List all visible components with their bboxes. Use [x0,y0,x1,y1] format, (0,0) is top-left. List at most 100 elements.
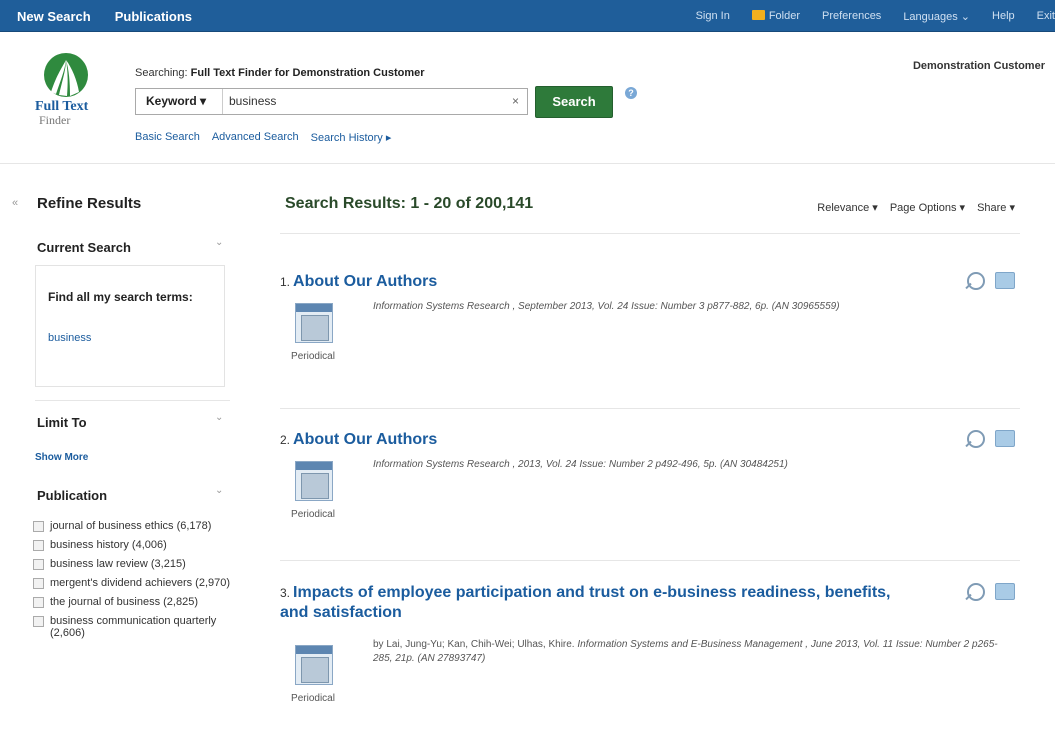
top-nav-bar: New Search Publications Sign In Folder P… [0,0,1055,32]
find-all-terms-label: Find all my search terms: [48,290,193,304]
help-link[interactable]: Help [992,10,1015,22]
periodical-icon [289,299,337,347]
sign-in-link[interactable]: Sign In [696,10,730,22]
searching-label: Searching: Full Text Finder for Demonstr… [135,67,425,79]
customer-name: Demonstration Customer [912,60,1045,72]
searching-prefix: Searching: [135,67,188,79]
languages-menu[interactable]: Languages ⌄ [903,10,970,23]
result-item: 3. Impacts of employee participation and … [280,583,1020,733]
refine-results-title: Refine Results [37,195,142,212]
result-number: 3. [280,586,291,600]
facet-label: journal of business ethics (6,178) [50,520,212,532]
checkbox[interactable] [33,559,44,570]
current-search-term[interactable]: business [48,332,91,344]
result-title-line: 2. About Our Authors [280,430,900,450]
result-source: Information Systems Research , September… [373,301,840,312]
add-to-folder-icon[interactable] [995,272,1015,289]
folder-label: Folder [768,10,800,22]
clear-search-icon[interactable]: × [512,89,519,114]
search-mode-links: Basic Search Advanced Search Search Hist… [135,131,391,144]
periodical-icon [289,641,337,689]
result-item: 2. About Our Authors Information Systems … [280,430,1020,560]
facet-label: business communication quarterly (2,606) [50,615,217,639]
preview-magnifier-icon[interactable] [967,430,985,448]
type-label: Periodical [291,509,335,520]
logo-mark-icon [44,53,88,97]
result-number: 1. [280,275,291,289]
type-label: Periodical [291,693,335,704]
result-actions [967,583,1015,601]
page-options-menu[interactable]: Page Options ▾ [890,201,965,214]
share-menu[interactable]: Share ▾ [977,201,1015,214]
publication-facet-item[interactable]: business communication quarterly (2,606) [33,615,233,639]
publication-facet-item[interactable]: journal of business ethics (6,178) [33,520,233,532]
results-panel: Search Results: 1 - 20 of 200,141 Releva… [260,165,1055,733]
publications-link[interactable]: Publications [115,9,192,24]
logo-text-line1: Full Text [35,99,89,114]
search-history-link[interactable]: Search History ▸ [311,131,392,144]
result-source: by Lai, Jung-Yu; Kan, Chih-Wei; Ulhas, K… [373,638,1013,666]
chevron-down-icon[interactable]: ⌄ [215,237,223,248]
checkbox[interactable] [33,578,44,589]
advanced-search-link[interactable]: Advanced Search [212,131,299,144]
result-title-link[interactable]: Impacts of employee participation and tr… [280,584,891,621]
preferences-link[interactable]: Preferences [822,10,881,22]
current-search-box: Find all my search terms: business [35,265,225,387]
search-input[interactable]: business [229,89,276,114]
periodical-icon [289,457,337,505]
result-title-link[interactable]: About Our Authors [293,273,437,290]
publication-facet-item[interactable]: the journal of business (2,825) [33,596,233,608]
searching-target[interactable]: Full Text Finder for Demonstration Custo… [191,67,425,79]
publication-heading[interactable]: Publication [37,488,107,503]
divider [280,560,1020,561]
checkbox[interactable] [33,521,44,532]
refine-sidebar: « Refine Results Current Search ⌄ Find a… [0,165,243,733]
folder-link[interactable]: Folder [751,10,800,22]
result-title-line: 1. About Our Authors [280,272,900,292]
publication-facet-list: journal of business ethics (6,178) busin… [33,520,233,646]
result-title-line: 3. Impacts of employee participation and … [280,583,900,623]
facet-label: business law review (3,215) [50,558,186,570]
logo-text-line2: Finder [39,113,71,127]
periodical-type[interactable]: Periodical [282,641,344,704]
chevron-down-icon[interactable]: ⌄ [215,412,223,423]
result-actions [967,430,1015,448]
search-header: Full Text Finder Searching: Full Text Fi… [0,32,1055,164]
result-source: Information Systems Research , 2013, Vol… [373,459,788,470]
publication-facet-item[interactable]: business history (4,006) [33,539,233,551]
help-icon[interactable]: ? [625,87,637,99]
result-item: 1. About Our Authors Information Systems … [280,272,1020,402]
add-to-folder-icon[interactable] [995,583,1015,600]
periodical-type[interactable]: Periodical [282,299,344,362]
preview-magnifier-icon[interactable] [967,272,985,290]
divider [280,408,1020,409]
checkbox[interactable] [33,597,44,608]
facet-label: the journal of business (2,825) [50,596,198,608]
search-box: Keyword ▾ business × [135,88,528,115]
result-byline: by Lai, Jung-Yu; Kan, Chih-Wei; Ulhas, K… [373,639,575,650]
field-select[interactable]: Keyword ▾ [136,89,223,114]
result-title-link[interactable]: About Our Authors [293,431,437,448]
facet-label: business history (4,006) [50,539,167,551]
current-search-heading[interactable]: Current Search [37,240,131,255]
limit-to-heading[interactable]: Limit To [37,415,87,430]
checkbox[interactable] [33,616,44,627]
new-search-link[interactable]: New Search [17,9,91,24]
results-count-title: Search Results: 1 - 20 of 200,141 [285,195,534,212]
basic-search-link[interactable]: Basic Search [135,131,200,144]
chevron-down-icon[interactable]: ⌄ [215,485,223,496]
exit-link[interactable]: Exit [1037,10,1055,22]
checkbox[interactable] [33,540,44,551]
publication-facet-item[interactable]: business law review (3,215) [33,558,233,570]
collapse-sidebar-icon[interactable]: « [12,197,18,209]
add-to-folder-icon[interactable] [995,430,1015,447]
publication-facet-item[interactable]: mergent's dividend achievers (2,970) [33,577,233,589]
relevance-sort-menu[interactable]: Relevance ▾ [817,201,878,214]
full-text-finder-logo[interactable]: Full Text Finder [35,52,105,126]
search-button[interactable]: Search [535,86,613,118]
periodical-type[interactable]: Periodical [282,457,344,520]
show-more-link[interactable]: Show More [35,452,88,463]
preview-magnifier-icon[interactable] [967,583,985,601]
results-options: Relevance ▾ Page Options ▾ Share ▾ [817,201,1015,214]
result-number: 2. [280,433,291,447]
